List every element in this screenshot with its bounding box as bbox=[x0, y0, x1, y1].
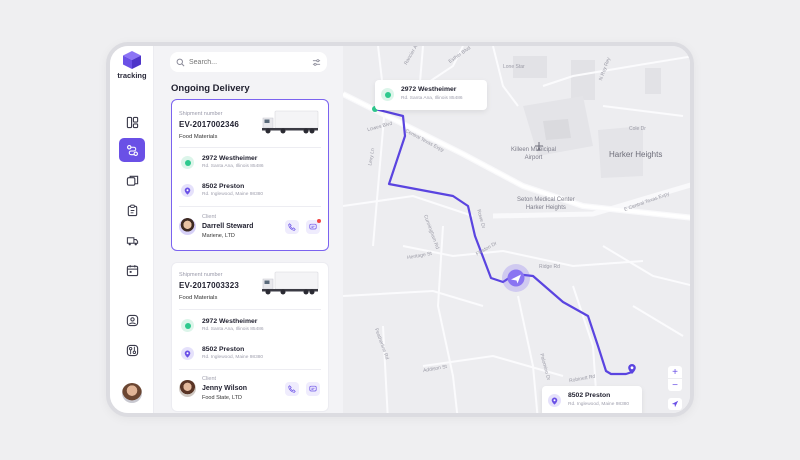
chat-icon bbox=[309, 223, 317, 230]
client-label: Client bbox=[202, 214, 217, 220]
sidebar: tracking bbox=[110, 46, 154, 413]
nav-settings[interactable] bbox=[119, 338, 145, 362]
shipment-label: Shipment number bbox=[179, 272, 223, 278]
truck-image bbox=[262, 271, 319, 295]
box-logo-icon bbox=[123, 51, 141, 69]
origin-marker-icon bbox=[181, 319, 194, 332]
client-name: Jenny Wilson bbox=[202, 385, 248, 392]
locate-button[interactable] bbox=[668, 398, 682, 410]
delivery-card[interactable]: Shipment number EV-2017003323 Food Mater… bbox=[171, 262, 329, 412]
shipment-label: Shipment number bbox=[179, 111, 223, 117]
origin-popup-name: 2972 Westheimer bbox=[401, 86, 457, 93]
airport-name: Killeen Municipal Airport bbox=[511, 147, 557, 161]
user-avatar[interactable] bbox=[122, 383, 142, 403]
phone-icon bbox=[288, 385, 296, 393]
clipboard-icon bbox=[127, 204, 137, 216]
client-label: Client bbox=[202, 376, 217, 382]
call-button[interactable] bbox=[285, 220, 299, 234]
nav-dashboard[interactable] bbox=[119, 110, 145, 134]
place-airport: Killeen Municipal Airport bbox=[511, 147, 556, 163]
chat-icon bbox=[309, 385, 317, 392]
phone-icon bbox=[288, 223, 296, 231]
nav-orders[interactable] bbox=[119, 198, 145, 222]
search-icon bbox=[176, 58, 185, 66]
client-name: Darrell Steward bbox=[202, 223, 254, 230]
search-input[interactable] bbox=[189, 58, 299, 66]
destination-popup-address: Rd. Inglewood, Maine 98380 bbox=[568, 402, 630, 407]
shipment-category: Food Materials bbox=[179, 295, 218, 301]
call-button[interactable] bbox=[285, 382, 299, 396]
delivery-card[interactable]: Shipment number EV-2017002346 Food Mater… bbox=[171, 99, 329, 251]
zoom-out-button[interactable]: − bbox=[668, 379, 682, 391]
shipment-category: Food Materials bbox=[179, 134, 218, 140]
search-bar bbox=[170, 52, 327, 72]
client-avatar bbox=[179, 380, 196, 397]
origin-marker-icon bbox=[381, 88, 394, 101]
destination-name: 8502 Preston bbox=[202, 346, 245, 353]
origin-popup[interactable]: 2972 Westheimer Rd. Santa Ana, Illinois … bbox=[375, 80, 487, 110]
destination-marker-icon bbox=[181, 184, 194, 197]
map-view[interactable]: Rancier Ave Esther Blvd Lone Star N Roy … bbox=[343, 46, 690, 413]
destination-address: Rd. Inglewood, Maine 98380 bbox=[202, 355, 264, 360]
place-medical: Seton Medical Center Harker Heights bbox=[517, 197, 575, 213]
navigation-arrow-icon bbox=[671, 400, 679, 408]
truck-image bbox=[262, 110, 319, 134]
logo-text: tracking bbox=[117, 71, 147, 80]
app-window: tracking Search... Ongoing Delivery Ship… bbox=[106, 42, 694, 417]
destination-marker-icon bbox=[181, 347, 194, 360]
filter-icon[interactable] bbox=[312, 58, 321, 67]
calendar-icon bbox=[126, 264, 138, 276]
message-button[interactable] bbox=[306, 382, 320, 396]
nav-profile[interactable] bbox=[119, 308, 145, 332]
street-label: Ridge Rd bbox=[539, 264, 560, 270]
street-label: Lone Star bbox=[503, 64, 525, 70]
route-icon bbox=[126, 144, 138, 156]
notification-dot bbox=[317, 219, 321, 223]
zoom-in-button[interactable]: + bbox=[668, 366, 682, 378]
origin-popup-address: Rd. Santa Ana, Illinois 85486 bbox=[401, 96, 463, 101]
client-company: Food State, LTD bbox=[202, 395, 242, 401]
origin-address: Rd. Santa Ana, Illinois 85486 bbox=[202, 327, 264, 332]
origin-name: 2972 Westheimer bbox=[202, 318, 258, 325]
user-icon bbox=[126, 314, 138, 326]
destination-address: Rd. Inglewood, Maine 98380 bbox=[202, 192, 264, 197]
nav-calendar[interactable] bbox=[119, 258, 145, 282]
destination-name: 8502 Preston bbox=[202, 183, 245, 190]
nav-shipments[interactable] bbox=[119, 168, 145, 192]
shipment-number: EV-2017003323 bbox=[179, 281, 239, 290]
message-button[interactable] bbox=[306, 219, 321, 234]
origin-marker-icon bbox=[181, 156, 194, 169]
boxes-icon bbox=[126, 175, 138, 186]
destination-popup-name: 8502 Preston bbox=[568, 392, 611, 399]
client-company: Mariene, LTD bbox=[202, 233, 235, 239]
place-city: Harker Heights bbox=[609, 150, 663, 159]
destination-popup[interactable]: 8502 Preston Rd. Inglewood, Maine 98380 bbox=[542, 386, 642, 413]
panel-title: Ongoing Delivery bbox=[171, 83, 250, 94]
logo[interactable]: tracking bbox=[110, 50, 154, 80]
shipment-number: EV-2017002346 bbox=[179, 120, 239, 129]
origin-address: Rd. Santa Ana, Illinois 85486 bbox=[202, 164, 264, 169]
nav-fleet[interactable] bbox=[119, 228, 145, 252]
client-avatar bbox=[179, 218, 196, 235]
medical-center-name: Seton Medical Center Harker Heights bbox=[517, 197, 575, 211]
settings-icon bbox=[126, 344, 138, 356]
truck-icon bbox=[126, 236, 138, 245]
delivery-panel: Ongoing Delivery Shipment number EV-2017… bbox=[154, 46, 343, 413]
dashboard-icon bbox=[126, 116, 138, 128]
street-label: Cole Dr bbox=[629, 126, 646, 132]
nav-routes[interactable] bbox=[119, 138, 145, 162]
origin-name: 2972 Westheimer bbox=[202, 155, 258, 162]
destination-marker-icon bbox=[548, 394, 561, 407]
